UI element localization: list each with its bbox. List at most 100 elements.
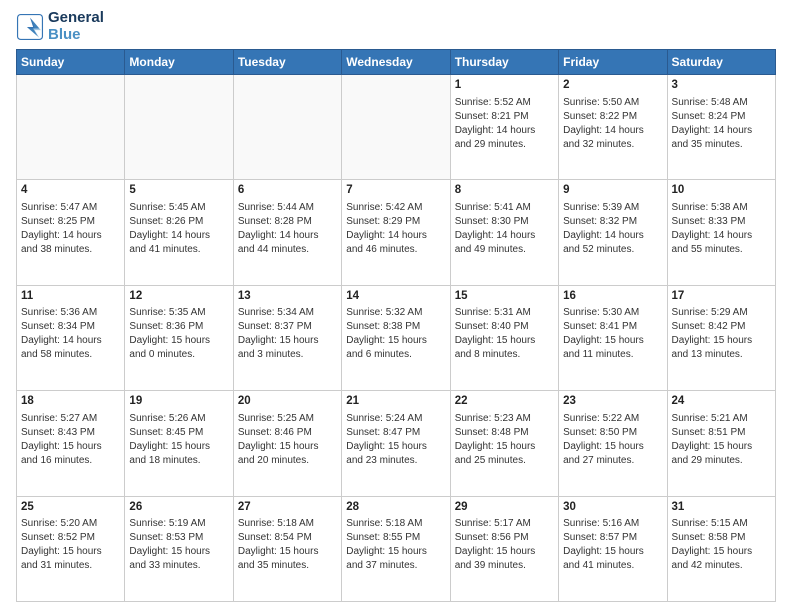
calendar-cell: 9 Sunrise: 5:39 AM Sunset: 8:32 PM Daylig… bbox=[559, 180, 667, 285]
calendar-cell: 15Sunrise: 5:31 AM Sunset: 8:40 PM Dayli… bbox=[450, 285, 558, 390]
day-info: Sunrise: 5:17 AM Sunset: 8:56 PM Dayligh… bbox=[455, 517, 554, 573]
calendar-cell: 19Sunrise: 5:26 AM Sunset: 8:45 PM Dayli… bbox=[125, 391, 233, 496]
day-info: Sunrise: 5:24 AM Sunset: 8:47 PM Dayligh… bbox=[346, 412, 445, 468]
day-number: 31 bbox=[672, 500, 771, 516]
calendar-cell: 18 Sunrise: 5:27 AM Sunset: 8:43 PM Dayli… bbox=[17, 391, 125, 496]
day-number: 23 bbox=[563, 394, 662, 410]
day-number: 2 bbox=[563, 78, 662, 94]
calendar-cell: 31Sunrise: 5:15 AM Sunset: 8:58 PM Dayli… bbox=[667, 496, 775, 601]
day-info: Sunrise: 5:31 AM Sunset: 8:40 PM Dayligh… bbox=[455, 306, 554, 362]
day-number: 5 bbox=[129, 183, 228, 199]
day-number: 6 bbox=[238, 183, 337, 199]
day-number: 8 bbox=[455, 183, 554, 199]
day-info: Sunrise: 5:21 AM Sunset: 8:51 PM Dayligh… bbox=[672, 412, 771, 468]
day-number: 9 bbox=[563, 183, 662, 199]
day-number: 27 bbox=[238, 500, 337, 516]
calendar-week-3: 11Sunrise: 5:36 AM Sunset: 8:34 PM Dayli… bbox=[17, 285, 776, 390]
calendar-cell: 13Sunrise: 5:34 AM Sunset: 8:37 PM Dayli… bbox=[233, 285, 341, 390]
day-number: 4 bbox=[21, 183, 120, 199]
calendar-cell: 4 Sunrise: 5:47 AM Sunset: 8:25 PM Daylig… bbox=[17, 180, 125, 285]
logo-text: General Blue bbox=[48, 10, 104, 43]
calendar-cell: 25Sunrise: 5:20 AM Sunset: 8:52 PM Dayli… bbox=[17, 496, 125, 601]
calendar-cell: 7Sunrise: 5:42 AM Sunset: 8:29 PM Daylig… bbox=[342, 180, 450, 285]
day-info: Sunrise: 5:20 AM Sunset: 8:52 PM Dayligh… bbox=[21, 517, 120, 573]
day-info: Sunrise: 5:48 AM Sunset: 8:24 PM Dayligh… bbox=[672, 96, 771, 152]
day-info: Sunrise: 5:36 AM Sunset: 8:34 PM Dayligh… bbox=[21, 306, 120, 362]
day-info: Sunrise: 5:23 AM Sunset: 8:48 PM Dayligh… bbox=[455, 412, 554, 468]
calendar-cell: 17Sunrise: 5:29 AM Sunset: 8:42 PM Dayli… bbox=[667, 285, 775, 390]
day-number: 25 bbox=[21, 500, 120, 516]
day-info: Sunrise: 5:16 AM Sunset: 8:57 PM Dayligh… bbox=[563, 517, 662, 573]
calendar-cell: 14Sunrise: 5:32 AM Sunset: 8:38 PM Dayli… bbox=[342, 285, 450, 390]
day-header-thursday: Thursday bbox=[450, 50, 558, 75]
day-number: 30 bbox=[563, 500, 662, 516]
calendar-cell: 12Sunrise: 5:35 AM Sunset: 8:36 PM Dayli… bbox=[125, 285, 233, 390]
calendar-week-5: 25Sunrise: 5:20 AM Sunset: 8:52 PM Dayli… bbox=[17, 496, 776, 601]
calendar-cell: 21 Sunrise: 5:24 AM Sunset: 8:47 PM Dayli… bbox=[342, 391, 450, 496]
day-info: Sunrise: 5:29 AM Sunset: 8:42 PM Dayligh… bbox=[672, 306, 771, 362]
calendar-cell: 29Sunrise: 5:17 AM Sunset: 8:56 PM Dayli… bbox=[450, 496, 558, 601]
day-number: 3 bbox=[672, 78, 771, 94]
day-info: Sunrise: 5:22 AM Sunset: 8:50 PM Dayligh… bbox=[563, 412, 662, 468]
calendar-cell: 27Sunrise: 5:18 AM Sunset: 8:54 PM Dayli… bbox=[233, 496, 341, 601]
day-info: Sunrise: 5:41 AM Sunset: 8:30 PM Dayligh… bbox=[455, 201, 554, 257]
calendar-cell: 5 Sunrise: 5:45 AM Sunset: 8:26 PM Daylig… bbox=[125, 180, 233, 285]
calendar-week-1: 1Sunrise: 5:52 AM Sunset: 8:21 PM Daylig… bbox=[17, 75, 776, 180]
day-info: Sunrise: 5:45 AM Sunset: 8:26 PM Dayligh… bbox=[129, 201, 228, 257]
day-info: Sunrise: 5:30 AM Sunset: 8:41 PM Dayligh… bbox=[563, 306, 662, 362]
day-info: Sunrise: 5:18 AM Sunset: 8:54 PM Dayligh… bbox=[238, 517, 337, 573]
day-header-wednesday: Wednesday bbox=[342, 50, 450, 75]
day-number: 14 bbox=[346, 289, 445, 305]
day-number: 1 bbox=[455, 78, 554, 94]
day-number: 20 bbox=[238, 394, 337, 410]
day-header-saturday: Saturday bbox=[667, 50, 775, 75]
day-number: 17 bbox=[672, 289, 771, 305]
calendar-cell: 24 Sunrise: 5:21 AM Sunset: 8:51 PM Dayli… bbox=[667, 391, 775, 496]
calendar-cell: 1Sunrise: 5:52 AM Sunset: 8:21 PM Daylig… bbox=[450, 75, 558, 180]
day-number: 10 bbox=[672, 183, 771, 199]
calendar-header-row: SundayMondayTuesdayWednesdayThursdayFrid… bbox=[17, 50, 776, 75]
day-number: 16 bbox=[563, 289, 662, 305]
calendar-cell: 23 Sunrise: 5:22 AM Sunset: 8:50 PM Dayli… bbox=[559, 391, 667, 496]
day-number: 18 bbox=[21, 394, 120, 410]
page: General Blue SundayMondayTuesdayWednesda… bbox=[0, 0, 792, 612]
day-info: Sunrise: 5:50 AM Sunset: 8:22 PM Dayligh… bbox=[563, 96, 662, 152]
calendar-cell: 22 Sunrise: 5:23 AM Sunset: 8:48 PM Dayli… bbox=[450, 391, 558, 496]
day-info: Sunrise: 5:19 AM Sunset: 8:53 PM Dayligh… bbox=[129, 517, 228, 573]
day-number: 28 bbox=[346, 500, 445, 516]
day-info: Sunrise: 5:34 AM Sunset: 8:37 PM Dayligh… bbox=[238, 306, 337, 362]
day-info: Sunrise: 5:25 AM Sunset: 8:46 PM Dayligh… bbox=[238, 412, 337, 468]
day-header-friday: Friday bbox=[559, 50, 667, 75]
calendar-cell: 30Sunrise: 5:16 AM Sunset: 8:57 PM Dayli… bbox=[559, 496, 667, 601]
day-info: Sunrise: 5:18 AM Sunset: 8:55 PM Dayligh… bbox=[346, 517, 445, 573]
day-info: Sunrise: 5:27 AM Sunset: 8:43 PM Dayligh… bbox=[21, 412, 120, 468]
day-number: 24 bbox=[672, 394, 771, 410]
header: General Blue bbox=[16, 10, 776, 43]
day-info: Sunrise: 5:26 AM Sunset: 8:45 PM Dayligh… bbox=[129, 412, 228, 468]
day-number: 29 bbox=[455, 500, 554, 516]
day-info: Sunrise: 5:35 AM Sunset: 8:36 PM Dayligh… bbox=[129, 306, 228, 362]
day-header-monday: Monday bbox=[125, 50, 233, 75]
calendar: SundayMondayTuesdayWednesdayThursdayFrid… bbox=[16, 49, 776, 602]
day-number: 12 bbox=[129, 289, 228, 305]
day-info: Sunrise: 5:38 AM Sunset: 8:33 PM Dayligh… bbox=[672, 201, 771, 257]
logo: General Blue bbox=[16, 10, 104, 43]
calendar-cell: 26Sunrise: 5:19 AM Sunset: 8:53 PM Dayli… bbox=[125, 496, 233, 601]
calendar-cell: 2 Sunrise: 5:50 AM Sunset: 8:22 PM Daylig… bbox=[559, 75, 667, 180]
day-info: Sunrise: 5:32 AM Sunset: 8:38 PM Dayligh… bbox=[346, 306, 445, 362]
day-number: 22 bbox=[455, 394, 554, 410]
day-number: 21 bbox=[346, 394, 445, 410]
calendar-week-4: 18 Sunrise: 5:27 AM Sunset: 8:43 PM Dayli… bbox=[17, 391, 776, 496]
day-info: Sunrise: 5:15 AM Sunset: 8:58 PM Dayligh… bbox=[672, 517, 771, 573]
calendar-week-2: 4 Sunrise: 5:47 AM Sunset: 8:25 PM Daylig… bbox=[17, 180, 776, 285]
calendar-cell: 28Sunrise: 5:18 AM Sunset: 8:55 PM Dayli… bbox=[342, 496, 450, 601]
day-number: 15 bbox=[455, 289, 554, 305]
day-info: Sunrise: 5:39 AM Sunset: 8:32 PM Dayligh… bbox=[563, 201, 662, 257]
day-info: Sunrise: 5:42 AM Sunset: 8:29 PM Dayligh… bbox=[346, 201, 445, 257]
day-header-sunday: Sunday bbox=[17, 50, 125, 75]
calendar-cell bbox=[342, 75, 450, 180]
calendar-cell: 8 Sunrise: 5:41 AM Sunset: 8:30 PM Daylig… bbox=[450, 180, 558, 285]
day-info: Sunrise: 5:47 AM Sunset: 8:25 PM Dayligh… bbox=[21, 201, 120, 257]
calendar-cell: 16Sunrise: 5:30 AM Sunset: 8:41 PM Dayli… bbox=[559, 285, 667, 390]
calendar-cell bbox=[17, 75, 125, 180]
